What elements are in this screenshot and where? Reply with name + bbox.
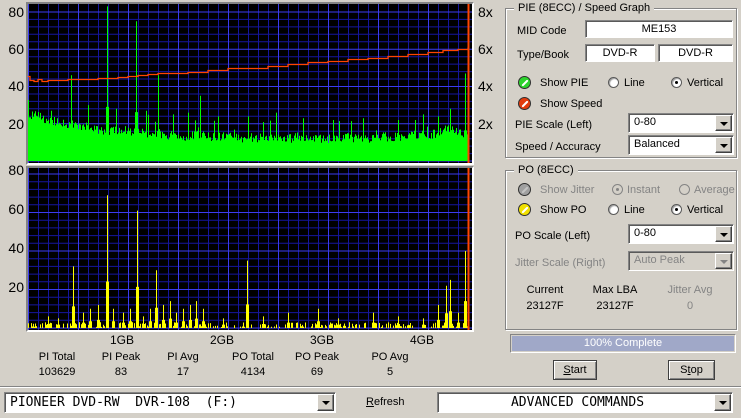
po-avg-value: 5 xyxy=(386,366,394,378)
progress-bar: 100% Complete xyxy=(510,334,736,353)
pi-avg-label: PI Avg xyxy=(167,351,199,363)
drive-select[interactable]: PIONEER DVD-RW DVR-108 (F:) xyxy=(4,392,336,413)
po-axis-tick-80: 80 xyxy=(8,162,24,178)
mid-code-label: MID Code xyxy=(517,25,567,37)
current-value: 23127F xyxy=(526,300,564,312)
stop-button-rest: op xyxy=(690,364,703,376)
po-scale-label: PO Scale (Left) xyxy=(515,230,591,242)
po-avg-label: PO Avg xyxy=(371,351,409,363)
book-value: DVD-R xyxy=(678,47,713,59)
po-group-title: PO (8ECC) xyxy=(514,164,578,176)
pie-speed-graph-canvas xyxy=(26,2,474,165)
show-jitter-label: Show Jitter xyxy=(540,184,595,196)
jitter-avg-value: 0 xyxy=(686,300,694,312)
show-po-label: Show PO xyxy=(540,204,587,216)
drive-select-value: PIONEER DVD-RW DVR-108 (F:) xyxy=(10,395,237,410)
pie-scale-value: 0-80 xyxy=(634,116,657,128)
advanced-commands-dropdown-arrow-icon[interactable] xyxy=(714,394,731,411)
po-vertical-radio[interactable] xyxy=(671,204,682,215)
pie-scale-dropdown-arrow-icon[interactable] xyxy=(715,115,732,131)
bottom-separator xyxy=(0,386,741,388)
type-field: DVD-R xyxy=(585,44,655,62)
mid-code-value: ME153 xyxy=(641,23,677,35)
book-field: DVD-R xyxy=(658,44,733,62)
show-pie-label: Show PIE xyxy=(540,77,589,89)
refresh-button[interactable]: Refresh xyxy=(366,396,405,409)
po-scale-value: 0-80 xyxy=(634,227,657,239)
pie-axis-tick-60: 60 xyxy=(8,41,24,57)
jitter-scale-dropdown-arrow-icon xyxy=(715,253,732,269)
x-axis-tick-2gb: 2GB xyxy=(209,333,234,347)
speed-accuracy-dropdown-arrow-icon[interactable] xyxy=(715,137,732,153)
pie-axis-tick-20: 20 xyxy=(8,116,24,132)
pie-line-radio[interactable] xyxy=(608,77,619,88)
stop-button[interactable]: Stop xyxy=(668,360,715,380)
show-po-led-button[interactable] xyxy=(518,203,531,216)
pie-scale-label: PIE Scale (Left) xyxy=(515,119,593,131)
show-speed-label: Show Speed xyxy=(540,98,603,110)
current-label: Current xyxy=(526,284,564,296)
speed-accuracy-value: Balanced xyxy=(634,138,680,150)
jitter-average-radio xyxy=(679,184,690,195)
jitter-instant-radio xyxy=(612,184,623,195)
pie-scale-select[interactable]: 0-80 xyxy=(628,113,734,133)
type-value: DVD-R xyxy=(602,47,638,59)
pie-vertical-label[interactable]: Vertical xyxy=(687,77,723,90)
po-peak-label: PO Peak xyxy=(294,351,340,363)
jitter-scale-label: Jitter Scale (Right) xyxy=(515,257,606,269)
max-lba-value: 23127F xyxy=(596,300,634,312)
speed-accuracy-label: Speed / Accuracy xyxy=(515,141,601,153)
po-vertical-label[interactable]: Vertical xyxy=(687,204,723,217)
x-axis-tick-1gb: 1GB xyxy=(109,333,134,347)
refresh-rest: efresh xyxy=(373,396,405,408)
start-button[interactable]: Start xyxy=(553,360,597,380)
max-lba-label: Max LBA xyxy=(592,284,638,296)
po-axis-tick-20: 20 xyxy=(8,279,24,295)
start-button-accel: S xyxy=(563,364,571,376)
advanced-commands-value: ADVANCED COMMANDS xyxy=(510,395,645,410)
x-axis-tick-3gb: 3GB xyxy=(309,333,334,347)
jitter-avg-label: Jitter Avg xyxy=(667,284,713,296)
pie-vertical-radio[interactable] xyxy=(671,77,682,88)
po-axis-tick-40: 40 xyxy=(8,240,24,256)
po-graph-canvas xyxy=(26,166,474,332)
po-scale-dropdown-arrow-icon[interactable] xyxy=(715,226,732,242)
speed-accuracy-select[interactable]: Balanced xyxy=(628,135,734,155)
jitter-scale-select: Auto Peak xyxy=(628,251,734,271)
po-scale-select[interactable]: 0-80 xyxy=(628,224,734,244)
speed-axis-tick-2x: 2x xyxy=(478,116,493,132)
x-axis-tick-4gb: 4GB xyxy=(409,333,434,347)
mid-code-field: ME153 xyxy=(585,20,733,38)
stop-button-pre: S xyxy=(680,364,688,376)
jitter-instant-label: Instant xyxy=(627,184,661,196)
po-line-radio[interactable] xyxy=(608,204,619,215)
app-window: 80 60 40 20 8x 6x 4x 2x 80 60 40 20 1GB … xyxy=(0,0,741,418)
po-axis-tick-60: 60 xyxy=(8,201,24,217)
jitter-average-label: Average xyxy=(694,184,735,196)
progress-text: 100% Complete xyxy=(583,337,663,349)
start-button-rest: tart xyxy=(570,364,587,376)
po-line-label[interactable]: Line xyxy=(624,204,645,217)
pie-line-label[interactable]: Line xyxy=(624,77,645,90)
type-book-label: Type/Book xyxy=(517,49,569,61)
show-pie-led-button[interactable] xyxy=(518,76,531,89)
speed-axis-tick-8x: 8x xyxy=(478,4,493,20)
pi-avg-value: 17 xyxy=(176,366,190,378)
show-speed-led-button[interactable] xyxy=(518,97,531,110)
jitter-scale-value: Auto Peak xyxy=(634,254,685,266)
po-peak-value: 69 xyxy=(310,366,324,378)
refresh-accel: R xyxy=(366,396,374,408)
advanced-commands-select[interactable]: ADVANCED COMMANDS xyxy=(437,392,733,413)
pie-axis-tick-80: 80 xyxy=(8,4,24,20)
speed-axis-tick-6x: 6x xyxy=(478,41,493,57)
speed-axis-tick-4x: 4x xyxy=(478,78,493,94)
drive-select-dropdown-arrow-icon[interactable] xyxy=(317,394,334,411)
pie-group-title: PIE (8ECC) / Speed Graph xyxy=(514,2,655,14)
show-jitter-led-button xyxy=(518,183,531,196)
pie-axis-tick-40: 40 xyxy=(8,78,24,94)
